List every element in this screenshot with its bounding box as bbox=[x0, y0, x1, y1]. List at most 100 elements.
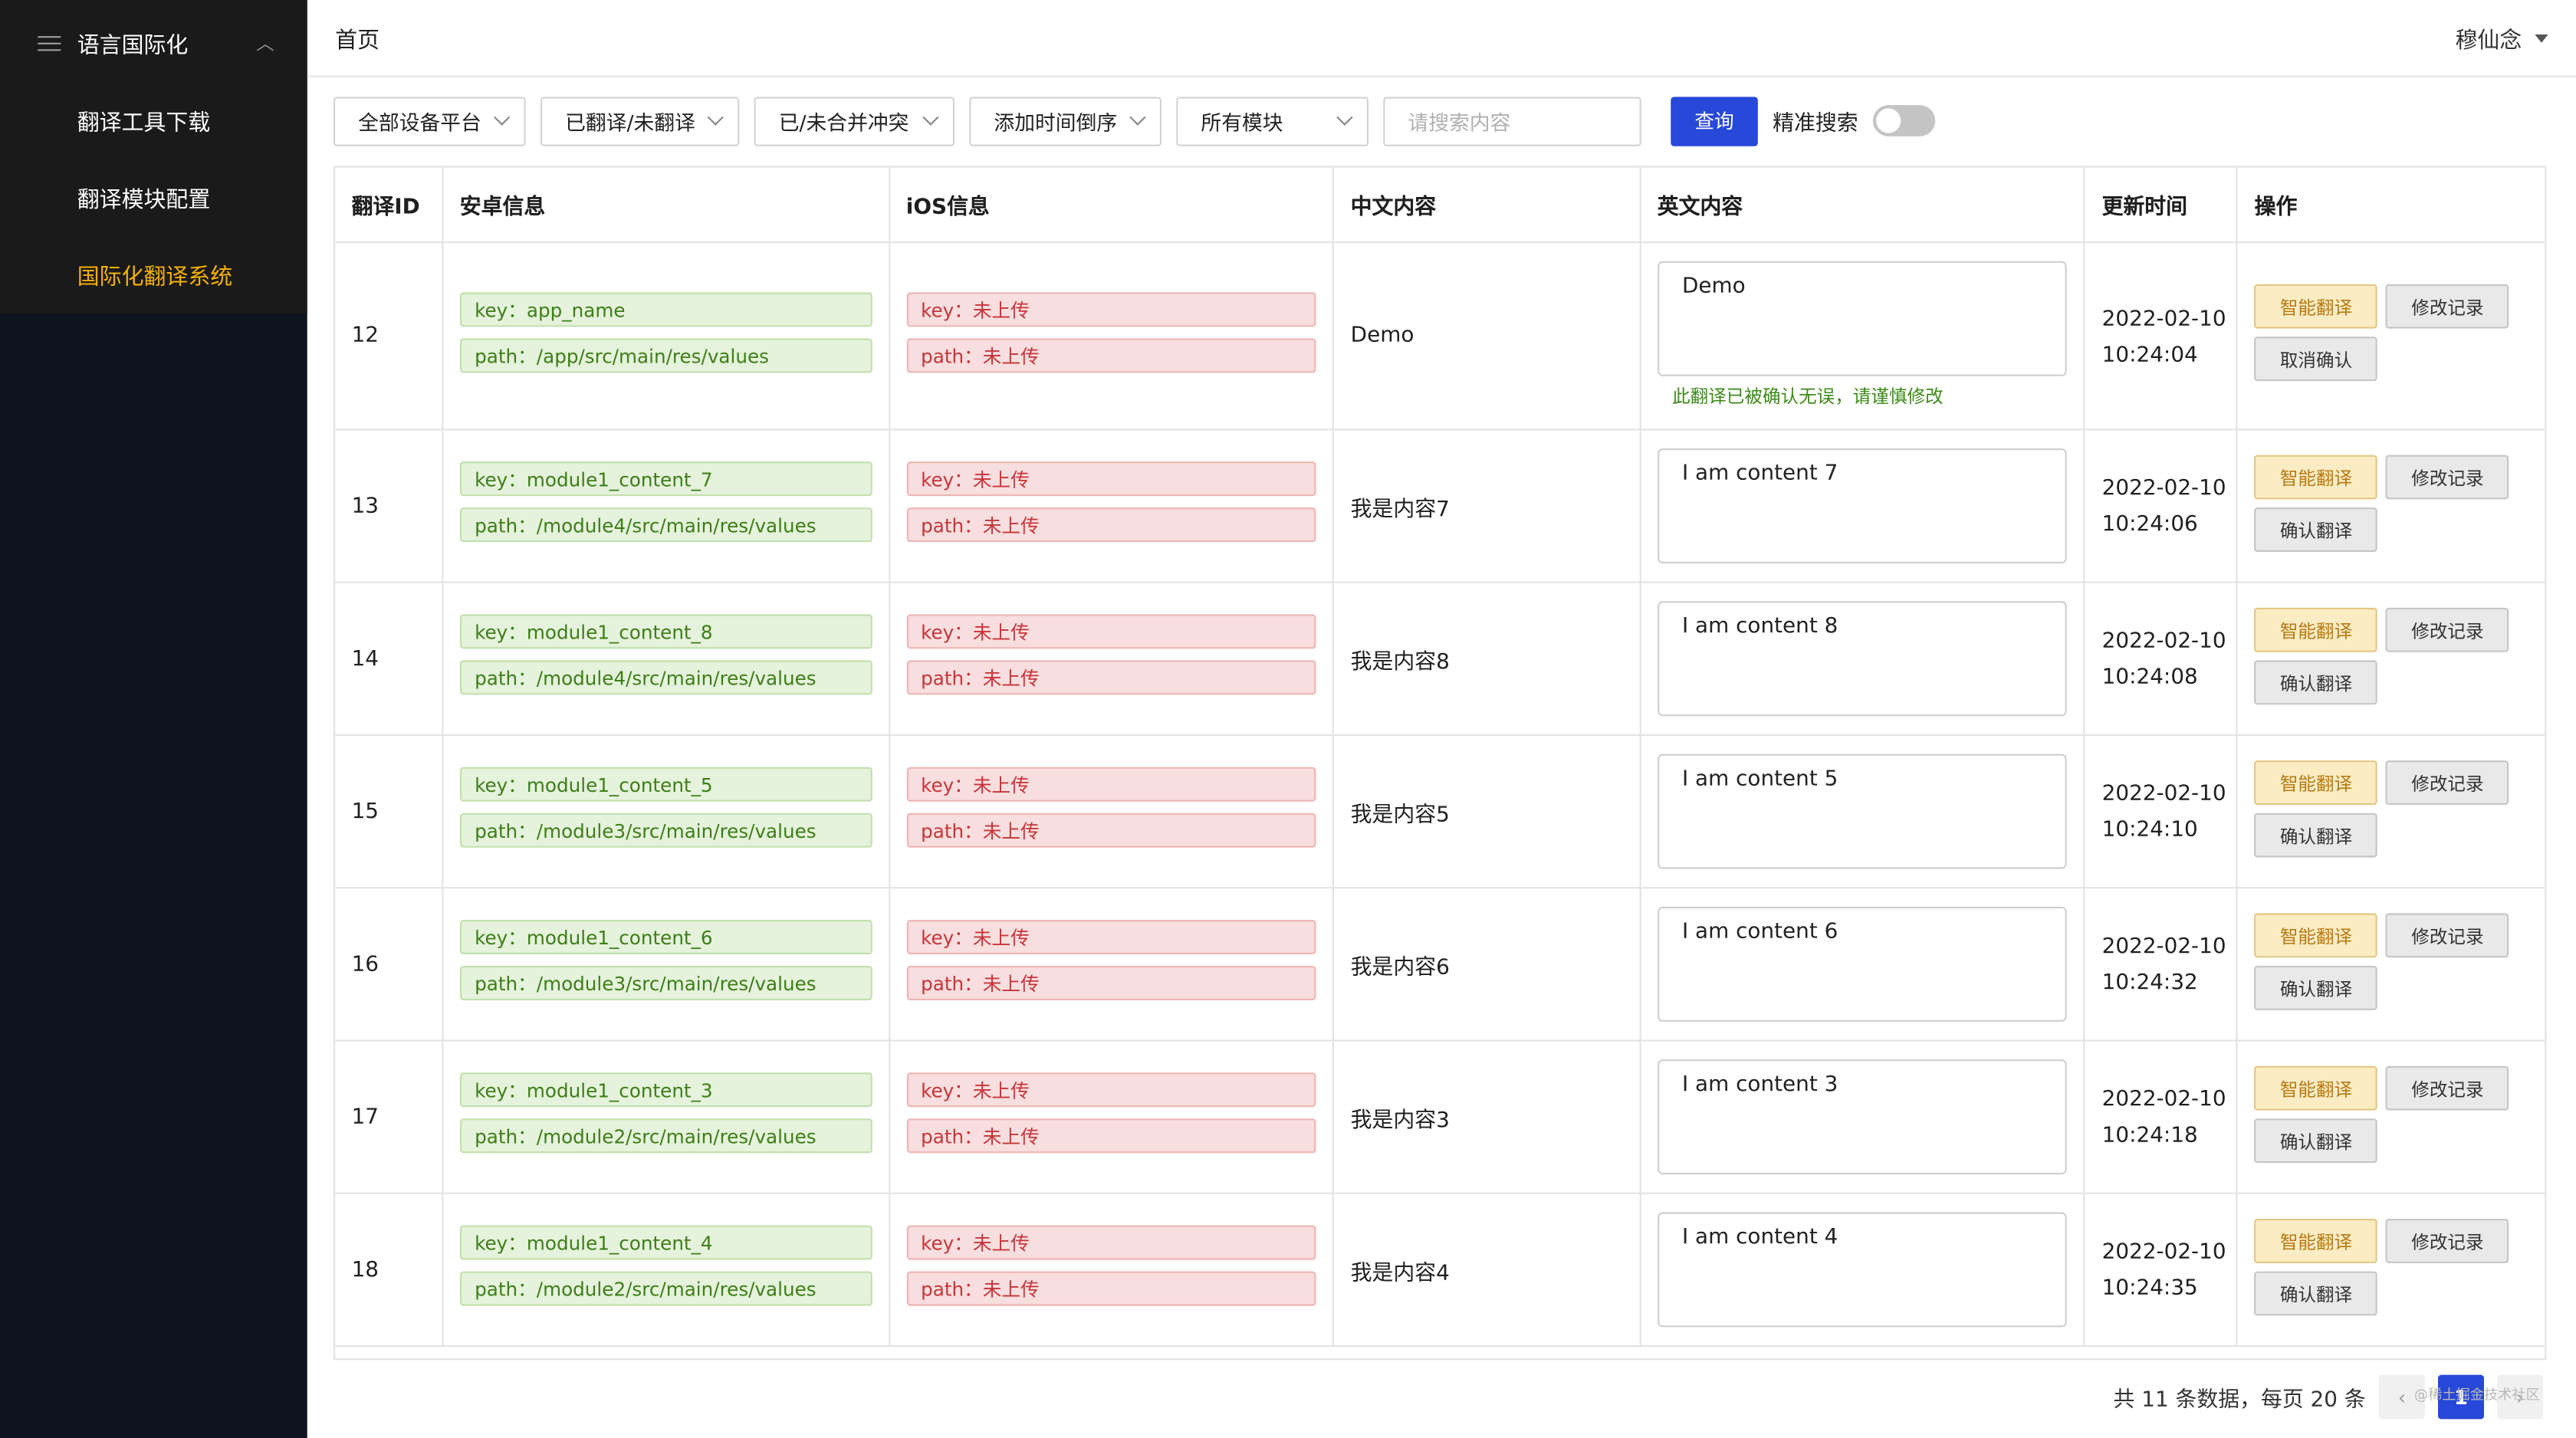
cell-actions: 智能翻译 修改记录 确认翻译 bbox=[2238, 583, 2545, 734]
chevron-down-icon bbox=[922, 109, 939, 126]
en-content-textarea[interactable]: I am content 4 bbox=[1657, 1212, 2068, 1328]
search-input[interactable]: 请搜索内容 bbox=[1383, 96, 1641, 146]
android-key-tag: key：module1_content_7 bbox=[459, 461, 872, 497]
cancel-confirm-button[interactable]: 取消确认 bbox=[2254, 337, 2378, 382]
cell-ios: key：未上传 path：未上传 bbox=[889, 430, 1335, 582]
en-content-textarea[interactable]: I am content 5 bbox=[1657, 753, 2068, 869]
zh-content: 我是内容5 bbox=[1350, 802, 1450, 827]
edit-history-button[interactable]: 修改记录 bbox=[2386, 284, 2509, 329]
confirm-translation-button[interactable]: 确认翻译 bbox=[2254, 660, 2378, 705]
edit-history-button[interactable]: 修改记录 bbox=[2386, 913, 2509, 958]
table-row: 18 key：module1_content_4 path：/module2/src… bbox=[335, 1193, 2545, 1348]
sidebar: 语言国际化 ︿ 翻译工具下载 翻译模块配置 国际化翻译系统 bbox=[0, 0, 307, 1438]
ios-key-tag: key：未上传 bbox=[905, 1072, 1316, 1108]
en-content-textarea[interactable]: Demo bbox=[1657, 261, 2068, 376]
cell-zh: 我是内容3 bbox=[1334, 1041, 1641, 1193]
row-id: 17 bbox=[351, 1105, 380, 1130]
table-row: 17 key：module1_content_3 path：/module2/src… bbox=[335, 1041, 2545, 1194]
en-content-textarea[interactable]: I am content 6 bbox=[1657, 906, 2068, 1022]
cell-android: key：module1_content_8 path：/module4/src/m… bbox=[443, 583, 890, 734]
confirm-translation-button[interactable]: 确认翻译 bbox=[2254, 1271, 2378, 1316]
sidebar-item-tool-download[interactable]: 翻译工具下载 bbox=[0, 85, 307, 163]
confirm-translation-button[interactable]: 确认翻译 bbox=[2254, 1118, 2378, 1164]
edit-history-button[interactable]: 修改记录 bbox=[2386, 607, 2509, 652]
smart-translate-button[interactable]: 智能翻译 bbox=[2254, 284, 2378, 329]
platform-select[interactable]: 全部设备平台 bbox=[334, 96, 526, 146]
table-header: 翻译ID 安卓信息 iOS信息 中文内容 英文内容 更新时间 操作 bbox=[335, 167, 2545, 244]
smart-translate-button[interactable]: 智能翻译 bbox=[2254, 607, 2378, 652]
ios-path-tag: path：未上传 bbox=[905, 813, 1316, 848]
en-content-textarea[interactable]: I am content 7 bbox=[1657, 448, 2068, 563]
update-time: 10:24:35 bbox=[2101, 1275, 2198, 1301]
cell-ios: key：未上传 path：未上传 bbox=[889, 243, 1335, 429]
cell-android: key：app_name path：/app/src/main/res/value… bbox=[443, 243, 890, 429]
cell-actions: 智能翻译 修改记录 确认翻译 bbox=[2238, 888, 2545, 1039]
smart-translate-button[interactable]: 智能翻译 bbox=[2254, 1065, 2378, 1111]
col-header-updated: 更新时间 bbox=[2085, 167, 2239, 241]
chevron-down-icon bbox=[707, 109, 724, 126]
caret-down-icon bbox=[2535, 33, 2548, 42]
cell-updated: 2022-02-10 10:24:06 bbox=[2085, 430, 2239, 582]
smart-translate-button[interactable]: 智能翻译 bbox=[2254, 1219, 2378, 1263]
confirm-translation-button[interactable]: 确认翻译 bbox=[2254, 507, 2378, 552]
pagination-summary: 共 11 条数据，每页 20 条 bbox=[2113, 1387, 2366, 1413]
en-content-textarea[interactable]: I am content 3 bbox=[1657, 1059, 2068, 1175]
edit-history-button[interactable]: 修改记录 bbox=[2386, 1219, 2509, 1263]
user-name: 穆仙念 bbox=[2455, 28, 2522, 54]
update-time: 10:24:32 bbox=[2101, 970, 2198, 995]
cell-id: 12 bbox=[335, 243, 444, 429]
android-key-tag: key：module1_content_6 bbox=[459, 920, 872, 954]
smart-translate-button[interactable]: 智能翻译 bbox=[2254, 455, 2378, 500]
module-select[interactable]: 所有模块 bbox=[1176, 96, 1368, 146]
ios-key-tag: key：未上传 bbox=[905, 1225, 1316, 1260]
en-content-textarea[interactable]: I am content 8 bbox=[1657, 601, 2068, 717]
conflict-select[interactable]: 已/未合并冲突 bbox=[754, 96, 955, 146]
user-menu[interactable]: 穆仙念 bbox=[2456, 21, 2548, 54]
edit-history-button[interactable]: 修改记录 bbox=[2386, 760, 2509, 805]
cell-updated: 2022-02-10 10:24:32 bbox=[2085, 888, 2239, 1040]
edit-history-button[interactable]: 修改记录 bbox=[2386, 1065, 2509, 1111]
col-header-en: 英文内容 bbox=[1641, 167, 2086, 241]
chevron-down-icon bbox=[494, 109, 511, 126]
cell-updated: 2022-02-10 10:24:08 bbox=[2085, 583, 2239, 734]
translated-select-value: 已翻译/未翻译 bbox=[565, 110, 695, 135]
sidebar-item-module-config[interactable]: 翻译模块配置 bbox=[0, 163, 307, 240]
cell-en: I am content 5 bbox=[1641, 736, 2086, 888]
update-date: 2022-02-10 bbox=[2101, 1239, 2226, 1265]
cell-updated: 2022-02-10 10:24:18 bbox=[2085, 1041, 2239, 1193]
android-key-tag: key：module1_content_8 bbox=[459, 614, 872, 649]
edit-history-button[interactable]: 修改记录 bbox=[2386, 455, 2509, 500]
cell-actions: 智能翻译 修改记录 取消确认 bbox=[2238, 243, 2545, 428]
update-date: 2022-02-10 bbox=[2101, 934, 2226, 960]
row-id: 16 bbox=[351, 951, 380, 977]
cell-updated: 2022-02-10 10:24:10 bbox=[2085, 736, 2239, 888]
cell-android: key：module1_content_6 path：/module3/src/m… bbox=[443, 888, 890, 1040]
table-row: 16 key：module1_content_6 path：/module3/src… bbox=[335, 888, 2545, 1042]
translated-select[interactable]: 已翻译/未翻译 bbox=[540, 96, 740, 146]
cell-android: key：module1_content_4 path：/module2/src/m… bbox=[443, 1193, 890, 1345]
ios-path-tag: path：未上传 bbox=[905, 1271, 1316, 1306]
table-row: 13 key：module1_content_7 path：/module4/src… bbox=[335, 430, 2545, 583]
breadcrumb-home[interactable]: 首页 bbox=[335, 21, 380, 54]
platform-select-value: 全部设备平台 bbox=[358, 110, 481, 135]
cell-id: 15 bbox=[335, 736, 444, 888]
update-date: 2022-02-10 bbox=[2101, 781, 2226, 807]
ios-path-tag: path：未上传 bbox=[905, 507, 1316, 543]
exact-search-toggle[interactable] bbox=[1872, 105, 1936, 136]
search-button[interactable]: 查询 bbox=[1671, 96, 1758, 146]
sidebar-group-i18n[interactable]: 语言国际化 ︿ bbox=[0, 0, 307, 85]
android-key-tag: key：module1_content_4 bbox=[459, 1225, 872, 1260]
zh-content: 我是内容8 bbox=[1350, 649, 1450, 675]
android-path-tag: path：/app/src/main/res/values bbox=[459, 338, 872, 373]
confirm-translation-button[interactable]: 确认翻译 bbox=[2254, 813, 2378, 858]
smart-translate-button[interactable]: 智能翻译 bbox=[2254, 913, 2378, 958]
sort-select[interactable]: 添加时间倒序 bbox=[969, 96, 1162, 146]
smart-translate-button[interactable]: 智能翻译 bbox=[2254, 760, 2378, 805]
ios-path-tag: path：未上传 bbox=[905, 338, 1316, 373]
confirm-translation-button[interactable]: 确认翻译 bbox=[2254, 966, 2378, 1010]
filter-toolbar: 全部设备平台 已翻译/未翻译 已/未合并冲突 添加时间倒序 所有模块 请搜索内容… bbox=[334, 95, 2576, 146]
sidebar-item-translation-system[interactable]: 国际化翻译系统 bbox=[0, 240, 307, 317]
zh-content: 我是内容7 bbox=[1350, 497, 1450, 522]
ios-key-tag: key：未上传 bbox=[905, 920, 1316, 954]
android-path-tag: path：/module2/src/main/res/values bbox=[459, 1118, 872, 1154]
